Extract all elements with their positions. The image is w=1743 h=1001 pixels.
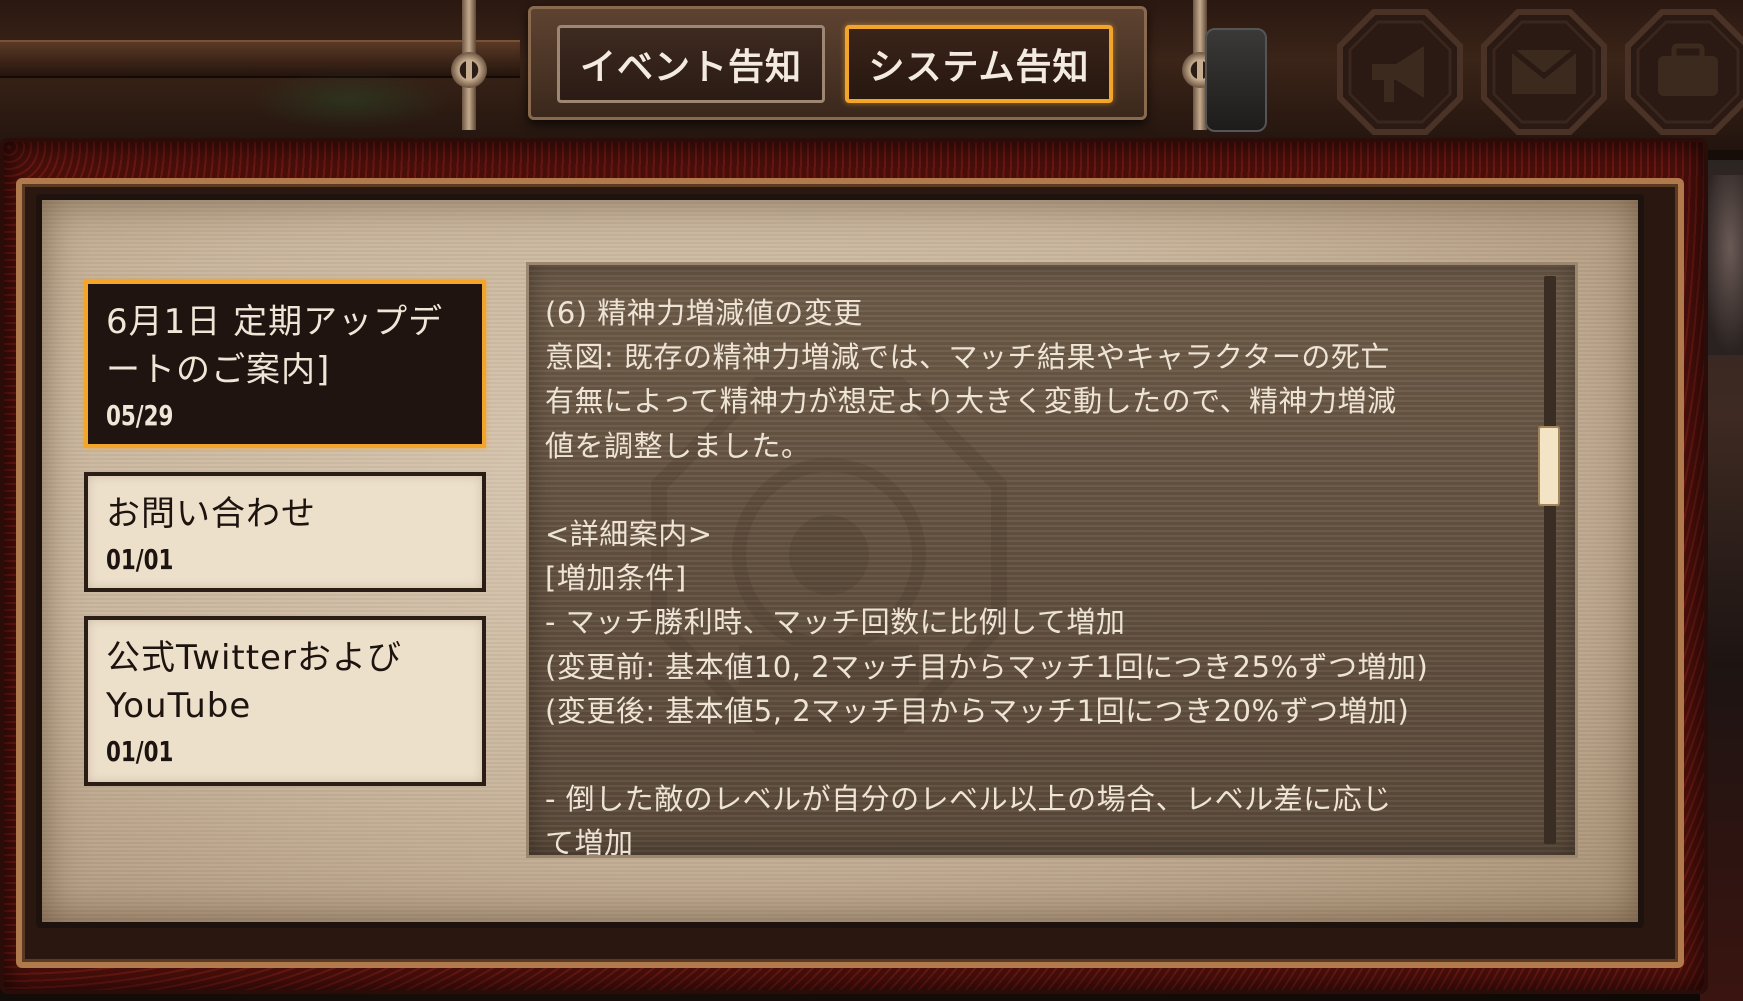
notice-title: 公式TwitterおよびYouTube [106, 638, 402, 726]
notice-date: 05/29 [106, 399, 174, 432]
tab-event-notice[interactable]: イベント告知 [557, 25, 825, 103]
content-scrollbar-thumb[interactable] [1538, 426, 1560, 506]
megaphone-icon [1337, 9, 1463, 135]
game-screen: イベント告知 システム告知 6月1日 定期アップデートのご案内] 05/29 お… [0, 0, 1743, 1001]
content-scrollbar[interactable] [1544, 276, 1556, 844]
notice-tab-bar: イベント告知 システム告知 [528, 6, 1147, 120]
mail-icon [1481, 9, 1607, 135]
megaphone-button[interactable] [1336, 8, 1464, 136]
tab-system-notice[interactable]: システム告知 [845, 25, 1113, 103]
notice-title: 6月1日 定期アップデートのご案内] [106, 302, 444, 390]
notice-list-item[interactable]: 公式TwitterおよびYouTube 01/01 [84, 616, 486, 786]
notice-title: お問い合わせ [106, 494, 316, 534]
notice-date: 01/01 [106, 735, 174, 768]
emblem-icon [1205, 28, 1267, 132]
notice-content-pane[interactable]: (6) 精神力増減値の変更 意図: 既存の精神力増減では、マッチ結果やキャラクタ… [526, 262, 1578, 858]
notice-list-item[interactable]: 6月1日 定期アップデートのご案内] 05/29 [84, 280, 486, 448]
decor-ring-left [451, 52, 487, 88]
notice-body-text: (6) 精神力増減値の変更 意図: 既存の精神力増減では、マッチ結果やキャラクタ… [545, 296, 1429, 858]
notice-date: 01/01 [106, 543, 174, 576]
notice-list-item[interactable]: お問い合わせ 01/01 [84, 472, 486, 592]
background-glow [250, 70, 450, 130]
mail-button[interactable] [1480, 8, 1608, 136]
bag-icon [1625, 9, 1743, 135]
bag-button[interactable] [1624, 8, 1743, 136]
